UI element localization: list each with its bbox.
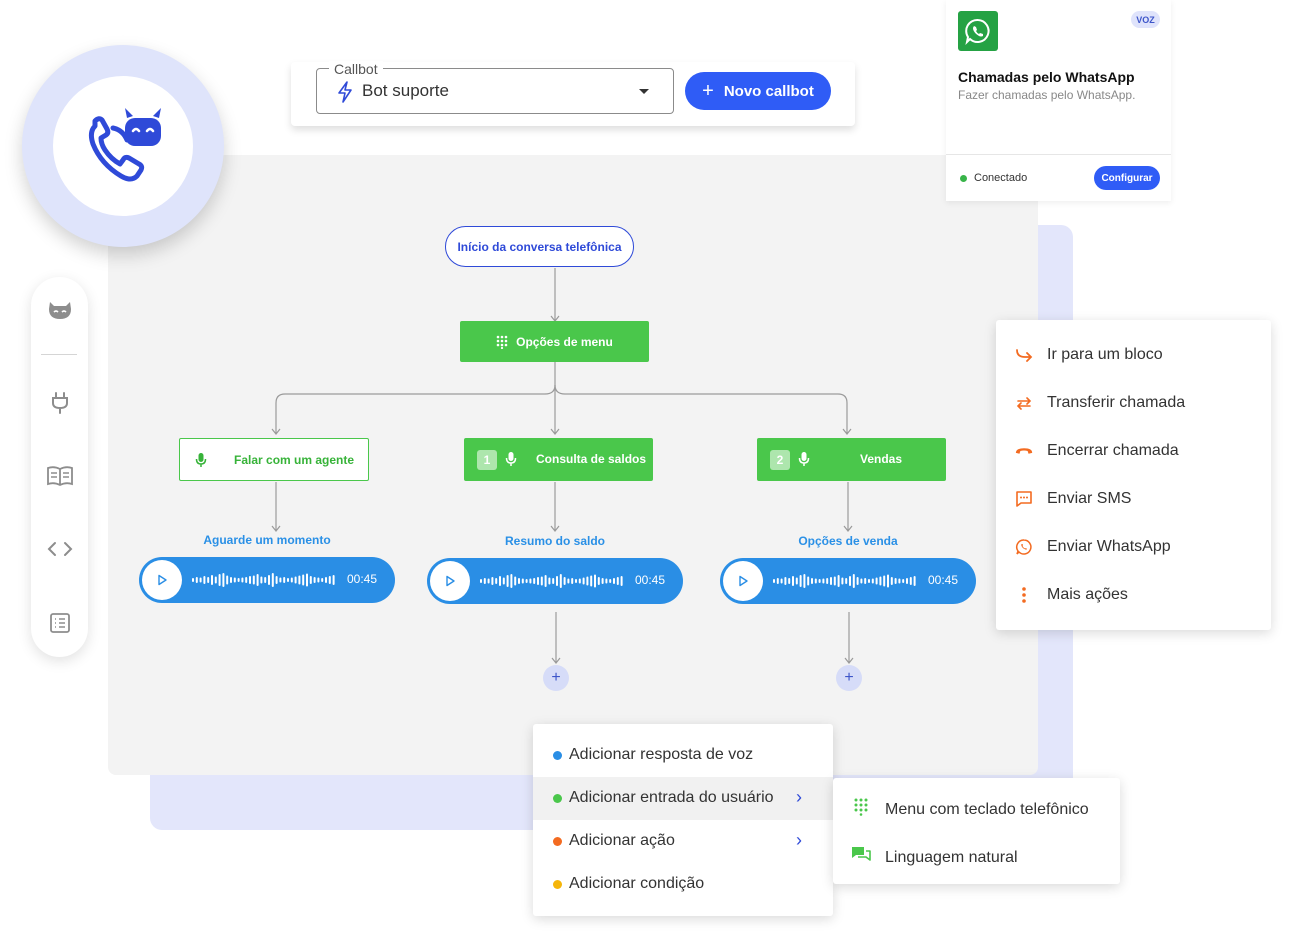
keypad-icon [496,335,508,349]
menu-item-keypad-menu[interactable]: Menu com teclado telefônico [833,782,1120,830]
whatsapp-card-title: Chamadas pelo WhatsApp [958,69,1135,85]
play-icon[interactable] [723,561,763,601]
code-icon[interactable] [31,534,88,564]
voice-badge: VOZ [1131,11,1160,28]
chevron-right-icon: › [796,787,802,807]
add-step-button[interactable]: + [543,665,569,691]
menu-item-add-user-input[interactable]: Adicionar entrada do usuário › [533,777,833,820]
chevron-down-icon[interactable] [638,88,650,96]
waveform [773,574,916,588]
menu-item-more-actions[interactable]: Mais ações [996,571,1271,619]
book-icon[interactable] [31,461,88,491]
audio-player[interactable]: 00:45 [427,558,683,604]
select-value: Bot suporte [362,81,449,100]
menu-item-label: Linguagem natural [885,849,1018,866]
list-icon[interactable] [31,608,88,638]
branch-node-agent[interactable]: Falar com um agente [179,438,369,481]
card-divider [946,154,1171,155]
menu-item-label: Transferir chamada [1047,394,1186,411]
branch-label: Consulta de saldos [536,452,647,466]
option-number-badge: 1 [477,450,497,470]
menu-item-label: Adicionar entrada do usuário [569,789,774,806]
menu-item-label: Adicionar condição [569,875,705,892]
more-vertical-icon [1014,585,1034,605]
menu-item-label: Enviar SMS [1047,490,1132,507]
voice-step-label: Opções de venda [798,534,898,548]
transfer-arrows-icon [1014,393,1034,413]
add-step-menu: Adicionar resposta de voz Adicionar entr… [533,724,833,916]
menu-item-label: Adicionar resposta de voz [569,746,754,763]
left-sidebar [31,277,88,657]
color-dot [553,880,562,889]
branch-label: Falar com um agente [234,453,355,467]
audio-player[interactable]: 00:45 [139,557,395,603]
menu-item-transfer-call[interactable]: Transferir chamada [996,379,1271,427]
lightning-icon [338,81,352,103]
sidebar-divider [41,354,77,355]
actions-menu: Ir para um bloco Transferir chamada Ence… [996,320,1271,630]
color-dot [553,837,562,846]
menu-item-label: Enviar WhatsApp [1047,538,1171,555]
select-legend: Callbot [329,61,383,77]
play-icon[interactable] [142,560,182,600]
menu-item-send-sms[interactable]: Enviar SMS [996,475,1271,523]
bot-icon[interactable] [31,296,88,326]
menu-options-label: Opções de menu [516,334,613,349]
menu-options-node[interactable]: Opções de menu [460,321,649,362]
audio-player[interactable]: 00:45 [720,558,976,604]
configure-button[interactable]: Configurar [1094,166,1160,190]
user-input-submenu: Menu com teclado telefônico Linguagem na… [833,778,1120,884]
redirect-arrow-icon [1014,345,1034,365]
menu-item-go-to-block[interactable]: Ir para um bloco [996,331,1271,379]
plug-icon[interactable] [31,388,88,418]
new-callbot-label: Novo callbot [723,82,814,100]
menu-item-add-action[interactable]: Adicionar ação › [533,820,833,863]
new-callbot-button[interactable]: + Novo callbot [685,72,831,110]
branch-node-balance[interactable]: 1 Consulta de saldos [464,438,653,481]
menu-item-label: Adicionar ação [569,832,675,849]
whatsapp-icon [1014,537,1034,557]
app-logo [53,76,193,216]
microphone-icon [195,453,207,467]
whatsapp-card-subtitle: Fazer chamadas pelo WhatsApp. [958,88,1136,102]
play-icon[interactable] [430,561,470,601]
phone-bot-icon [88,108,161,182]
keypad-icon [851,797,871,817]
microphone-icon [505,452,517,466]
menu-item-label: Encerrar chamada [1047,442,1179,459]
menu-item-label: Mais ações [1047,586,1128,603]
color-dot [553,751,562,760]
branch-label: Vendas [860,452,903,466]
menu-item-add-voice-response[interactable]: Adicionar resposta de voz [533,734,833,777]
audio-duration: 00:45 [347,572,378,586]
menu-item-add-condition[interactable]: Adicionar condição [533,863,833,906]
whatsapp-logo-icon [958,11,998,51]
option-number-badge: 2 [770,450,790,470]
chevron-right-icon: › [796,830,802,850]
voice-step-label: Aguarde um momento [203,533,331,547]
hang-up-icon [1014,441,1034,461]
waveform [192,573,335,587]
menu-item-label: Menu com teclado telefônico [885,801,1089,818]
color-dot [553,794,562,803]
microphone-icon [798,452,810,466]
waveform [480,574,623,588]
voice-step-label: Resumo do saldo [504,534,605,548]
status-dot [960,175,967,182]
audio-duration: 00:45 [928,573,959,587]
connection-status: Conectado [974,172,1028,184]
start-node[interactable]: Início da conversa telefônica [445,226,634,267]
plus-icon: + [702,80,714,102]
add-step-button[interactable]: + [836,665,862,691]
sms-icon [1014,489,1034,509]
menu-item-natural-language[interactable]: Linguagem natural [833,830,1120,878]
audio-duration: 00:45 [635,573,666,587]
menu-item-send-whatsapp[interactable]: Enviar WhatsApp [996,523,1271,571]
branch-node-sales[interactable]: 2 Vendas [757,438,946,481]
menu-item-end-call[interactable]: Encerrar chamada [996,427,1271,475]
menu-item-label: Ir para um bloco [1047,346,1163,363]
chat-bubbles-icon [851,845,871,865]
